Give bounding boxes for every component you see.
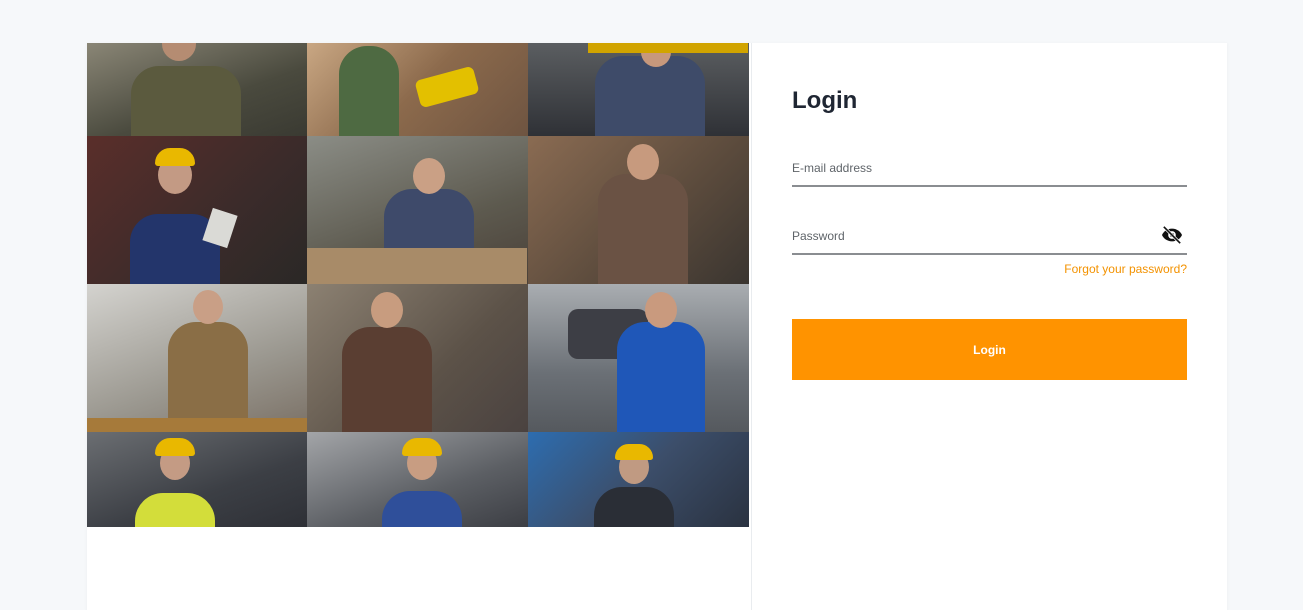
photo-worker-saw [307,43,528,136]
photo-worker-arms-crossed [87,43,307,136]
login-card: Login Forgot your password? Login [87,43,1227,610]
photo-worker-drill [307,284,528,432]
photo-worker-writing [307,136,528,284]
photo-worker-glasses [528,136,749,284]
login-title: Login [792,87,858,114]
photo-worker-hivis [87,432,307,527]
login-panel: Login Forgot your password? Login [751,43,1227,610]
photo-mechanic-garage [528,284,749,432]
email-input[interactable] [792,161,1187,175]
photo-worker-gloves [528,43,749,136]
image-panel [87,43,752,610]
password-field-wrapper [792,221,1187,255]
forgot-password-link[interactable]: Forgot your password? [1064,262,1187,276]
photo-worker-apron [87,284,307,432]
eye-slash-icon[interactable] [1161,225,1183,245]
photo-worker-blue-apron [307,432,528,527]
photo-worker-tablet [87,136,307,284]
email-field-wrapper [792,153,1187,187]
login-button[interactable]: Login [792,319,1187,380]
password-input[interactable] [792,229,1187,243]
photo-worker-factory [528,432,749,527]
worker-photo-collage [87,43,749,527]
